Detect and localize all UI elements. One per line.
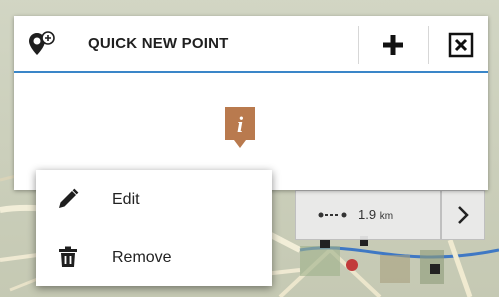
menu-item-label: Edit <box>112 191 140 208</box>
menu-item-label: Remove <box>112 249 172 266</box>
header-divider <box>428 26 429 64</box>
close-box-icon <box>448 32 474 58</box>
menu-item-edit[interactable]: Edit <box>36 170 272 228</box>
pencil-icon <box>59 188 79 208</box>
route-distance: 1.9 km <box>358 207 393 222</box>
route-distance-unit: km <box>379 211 394 222</box>
quick-new-point-panel: QUICK NEW POINT <box>14 16 488 190</box>
context-menu: Edit Remove <box>36 170 272 286</box>
route-distance-value: 1.9 <box>358 207 377 222</box>
add-point-button[interactable] <box>378 31 408 59</box>
map-pin-add-icon <box>29 31 55 55</box>
route-next-button[interactable] <box>441 190 485 240</box>
close-button[interactable] <box>448 32 474 58</box>
trash-icon <box>59 246 77 267</box>
panel-header: QUICK NEW POINT <box>14 16 488 73</box>
info-marker-letter: i <box>237 112 244 137</box>
plus-icon <box>383 35 403 55</box>
panel-title: QUICK NEW POINT <box>88 35 229 52</box>
header-divider <box>358 26 359 64</box>
route-dots-icon <box>318 212 347 218</box>
route-info-card[interactable]: 1.9 km <box>295 190 441 240</box>
info-icon[interactable]: i <box>222 104 258 150</box>
chevron-right-icon <box>458 206 469 224</box>
menu-item-remove[interactable]: Remove <box>36 228 272 286</box>
